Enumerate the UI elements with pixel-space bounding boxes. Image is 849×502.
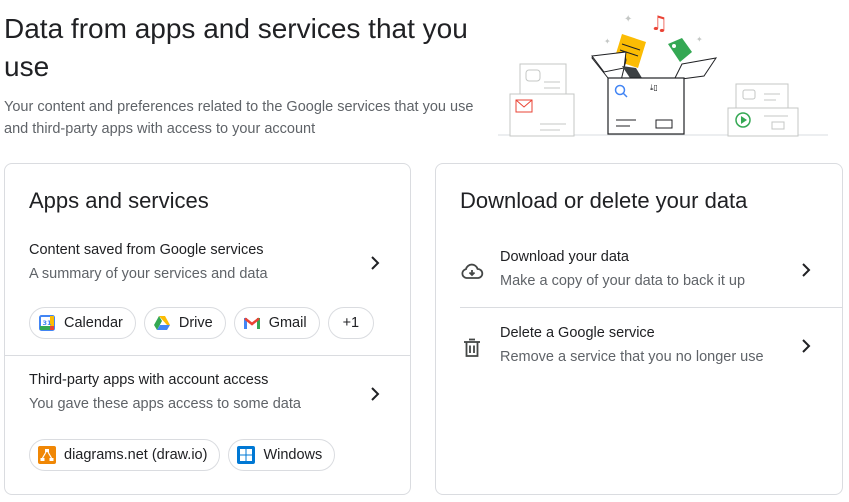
- windows-icon: [237, 446, 256, 464]
- download-data-title: Download your data: [500, 249, 629, 265]
- svg-text:✦: ✦: [604, 37, 611, 46]
- page-title: Data from apps and services that you use: [4, 13, 468, 82]
- calendar-chip-label: Calendar: [64, 315, 123, 331]
- drawio-chip[interactable]: diagrams.net (draw.io): [29, 439, 221, 471]
- download-data-row[interactable]: Download your data Make a copy of your d…: [436, 238, 842, 308]
- apps-card-divider: [5, 355, 410, 356]
- download-data-subtitle: Make a copy of your data to back it up: [500, 273, 746, 289]
- calendar-chip[interactable]: 31 Calendar: [29, 307, 136, 339]
- more-services-chip[interactable]: +1: [327, 307, 375, 339]
- content-saved-row[interactable]: Content saved from Google services A sum…: [5, 234, 410, 292]
- chevron-right-icon: [802, 263, 811, 277]
- download-delete-card: Download or delete your data Download yo…: [435, 163, 843, 495]
- delete-service-row[interactable]: Delete a Google service Remove a service…: [436, 316, 842, 382]
- data-box-illustration: ✦ ✦ ✦ ♫ ⤓▯: [498, 11, 828, 137]
- delete-service-subtitle: Remove a service that you no longer use: [500, 349, 764, 365]
- third-party-subtitle: You gave these apps access to some data: [29, 396, 301, 412]
- svg-text:⤓▯: ⤓▯: [650, 83, 658, 92]
- third-party-app-chips: diagrams.net (draw.io) Windows: [29, 439, 336, 471]
- drawio-chip-label: diagrams.net (draw.io): [64, 447, 208, 463]
- data-card-title: Download or delete your data: [460, 188, 748, 213]
- gmail-chip-label: Gmail: [268, 315, 307, 331]
- gmail-icon: [243, 314, 261, 332]
- cloud-download-icon: [461, 263, 484, 279]
- data-card-divider: [460, 307, 842, 308]
- chevron-right-icon: [371, 387, 380, 401]
- service-chips: 31 Calendar Drive Gmail +1: [29, 307, 375, 339]
- chevron-right-icon: [802, 339, 811, 353]
- drive-chip-label: Drive: [178, 315, 213, 331]
- drive-icon: [153, 314, 171, 332]
- calendar-icon: 31: [38, 314, 56, 332]
- page-subtitle: Your content and preferences related to …: [4, 99, 474, 137]
- drawio-icon: [38, 446, 56, 464]
- content-saved-subtitle: A summary of your services and data: [29, 266, 268, 282]
- apps-card-title: Apps and services: [29, 188, 209, 213]
- drive-chip[interactable]: Drive: [143, 307, 226, 339]
- svg-text:✦: ✦: [624, 14, 632, 25]
- trash-icon: [464, 338, 480, 357]
- apps-and-services-card: Apps and services Content saved from Goo…: [4, 163, 411, 495]
- third-party-apps-row[interactable]: Third-party apps with account access You…: [5, 364, 410, 422]
- svg-text:31: 31: [43, 319, 53, 327]
- chevron-right-icon: [371, 256, 380, 270]
- gmail-chip[interactable]: Gmail: [233, 307, 320, 339]
- svg-text:♫: ♫: [650, 11, 668, 35]
- delete-service-title: Delete a Google service: [500, 325, 655, 341]
- windows-chip-label: Windows: [263, 447, 323, 463]
- content-saved-title: Content saved from Google services: [29, 242, 264, 258]
- more-services-label: +1: [342, 315, 360, 331]
- third-party-title: Third-party apps with account access: [29, 372, 269, 388]
- windows-chip[interactable]: Windows: [228, 439, 336, 471]
- svg-text:✦: ✦: [696, 35, 703, 44]
